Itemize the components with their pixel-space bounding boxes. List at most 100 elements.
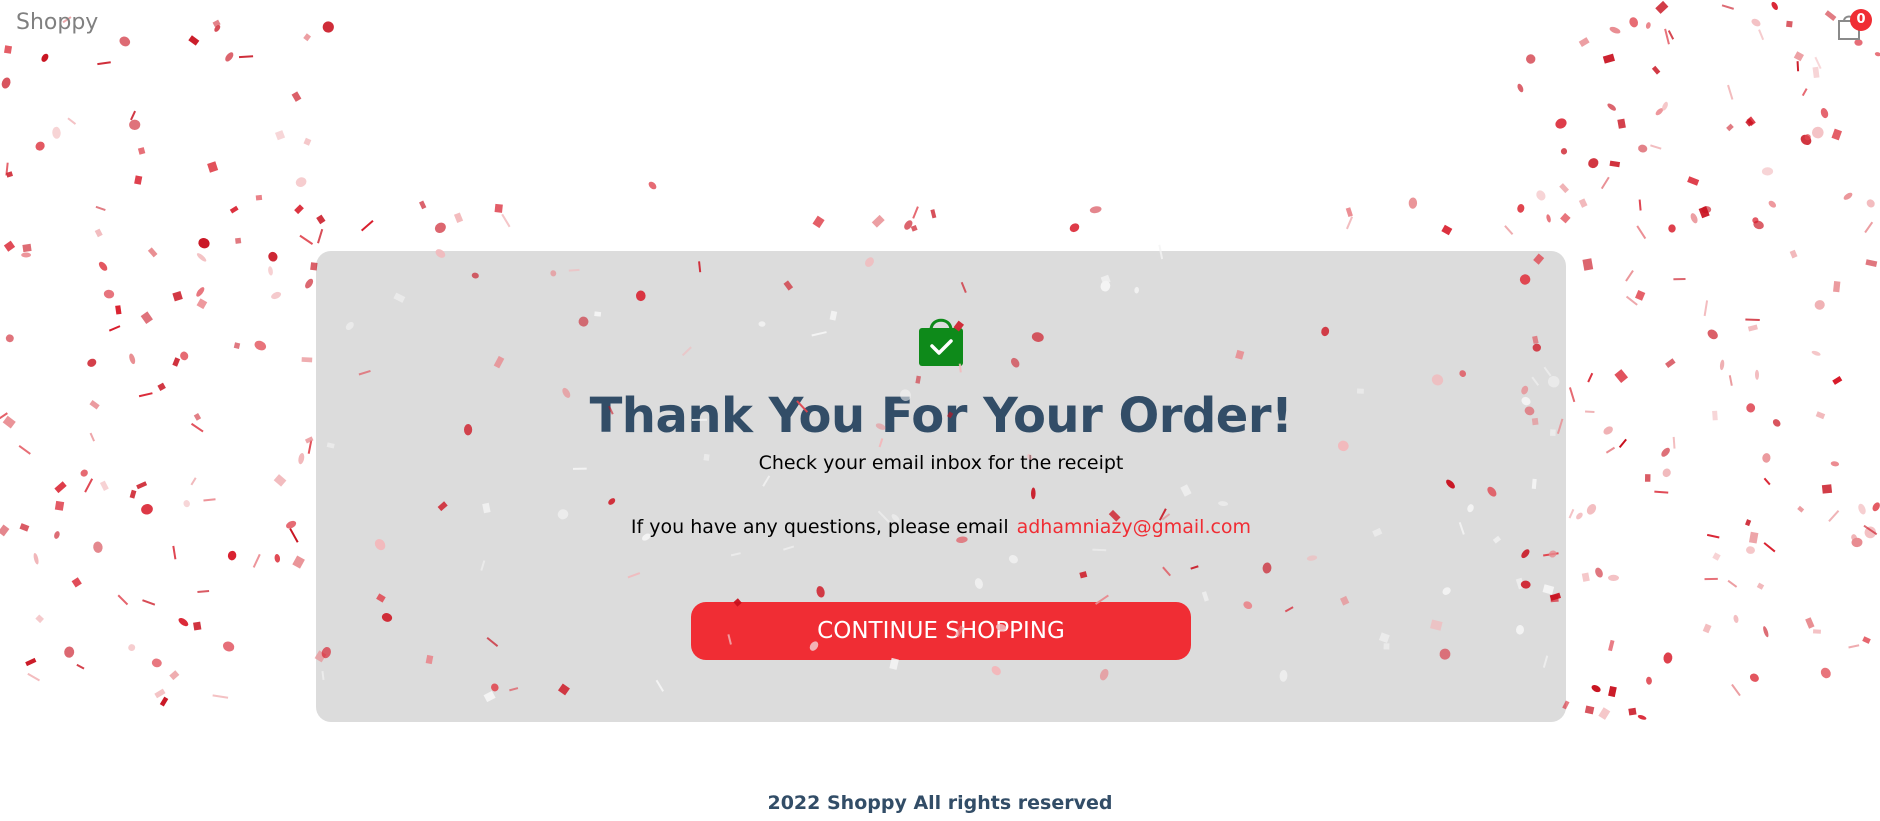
confetti-piece (303, 137, 312, 146)
confetti-piece (117, 594, 129, 606)
confetti-piece (1662, 101, 1668, 111)
confetti-piece (138, 392, 153, 398)
confetti-piece (1441, 224, 1453, 236)
confetti-piece (1608, 685, 1617, 698)
confetti-piece (54, 481, 67, 494)
confetti-piece (5, 162, 9, 176)
confetti-piece (1863, 524, 1878, 536)
confetti-piece (129, 489, 137, 499)
confetti-piece (1772, 419, 1781, 427)
confetti-piece (1727, 84, 1734, 100)
confetti-piece (129, 119, 141, 131)
confetti-piece (52, 126, 61, 139)
confetti-piece (1568, 387, 1576, 403)
confetti-piece (27, 672, 41, 682)
confetti-piece (1701, 206, 1712, 214)
confetti-piece (1712, 552, 1721, 561)
confetti-piece (1690, 213, 1698, 224)
confetti-piece (203, 498, 216, 502)
confetti-piece (1727, 579, 1738, 588)
confetti-piece (360, 219, 374, 232)
confetti-piece (307, 440, 313, 454)
confetti-piece (1638, 199, 1642, 211)
confetti-piece (97, 61, 111, 66)
confetti-piece (1602, 53, 1616, 64)
confetti-piece (89, 400, 100, 410)
confetti-piece (1805, 617, 1815, 629)
confetti-piece (1761, 167, 1774, 176)
confetti-piece (1748, 531, 1759, 544)
shopping-bag-check-icon (917, 314, 965, 368)
confetti-piece (3, 240, 16, 252)
confetti-piece (1576, 512, 1583, 520)
confetti-piece (1581, 572, 1590, 582)
confetti-piece (229, 205, 239, 214)
confetti-piece (1591, 685, 1601, 693)
confetti-piece (1504, 225, 1514, 235)
confetti-piece (1707, 329, 1718, 340)
confetti-piece (1568, 508, 1575, 519)
confetti-piece (274, 130, 286, 141)
confetti-piece (103, 289, 115, 299)
confetti-piece (19, 523, 30, 532)
confetti-piece (41, 53, 49, 62)
confetti-piece (1661, 447, 1670, 457)
confetti-piece (1851, 537, 1863, 548)
confetti-piece (87, 358, 97, 367)
confetti-piece (1749, 673, 1759, 682)
confetti-piece (1587, 372, 1594, 383)
confetti-piece (1346, 216, 1354, 230)
confetti-piece (1831, 128, 1842, 141)
confetti-piece (193, 621, 202, 631)
confetti-piece (196, 253, 207, 262)
confetti-piece (0, 412, 8, 422)
confetti-piece (1851, 534, 1858, 542)
confetti-piece (1625, 295, 1638, 306)
confetti-piece (35, 614, 45, 624)
confetti-piece (1704, 577, 1718, 581)
confetti-piece (1703, 300, 1709, 317)
confetti-piece (268, 251, 278, 262)
confetti-piece (128, 644, 136, 652)
confetti-piece (1728, 375, 1733, 386)
confetti-piece (1702, 623, 1712, 634)
confetti-piece (95, 205, 106, 211)
confetti-piece (134, 175, 143, 185)
confetti-piece (930, 209, 937, 219)
confetti-piece (1608, 574, 1619, 582)
confetti-piece (305, 278, 314, 289)
confetti-piece (1762, 453, 1771, 463)
confetti-piece (54, 531, 60, 539)
confetti-piece (1821, 484, 1833, 494)
confetti-piece (137, 147, 146, 155)
confetti-piece (434, 222, 446, 233)
confetti-piece (5, 171, 14, 178)
confetti-piece (172, 357, 181, 367)
confetti-piece (1814, 56, 1822, 70)
continue-shopping-button[interactable]: CONTINUE SHOPPING (691, 602, 1191, 660)
confetti-piece (419, 200, 427, 210)
confetti-piece (99, 480, 109, 491)
confetti-piece (274, 554, 281, 563)
confetti-piece (1662, 468, 1671, 478)
contact-email-link[interactable]: adhamniazy@gmail.com (1017, 516, 1251, 538)
confetti-piece (1646, 676, 1652, 685)
confetti-piece (1706, 533, 1720, 539)
confetti-piece (183, 500, 190, 508)
confetti-piece (1796, 61, 1800, 72)
confetti-piece (129, 353, 136, 365)
confetti-piece (1858, 503, 1866, 515)
confetti-piece (115, 305, 122, 315)
confetti-piece (159, 696, 169, 707)
confetti-piece (1752, 217, 1759, 224)
confetti-piece (1089, 206, 1102, 214)
confetti-piece (1600, 176, 1610, 190)
confetti-piece (1864, 526, 1877, 539)
confetti-piece (89, 432, 95, 442)
confetti-piece (1345, 207, 1353, 218)
confetti-piece (871, 214, 885, 228)
confetti-piece (190, 422, 204, 433)
confetti-piece (172, 291, 183, 302)
logo-link[interactable]: Shoppy (16, 10, 98, 35)
confetti-piece (1598, 707, 1611, 720)
